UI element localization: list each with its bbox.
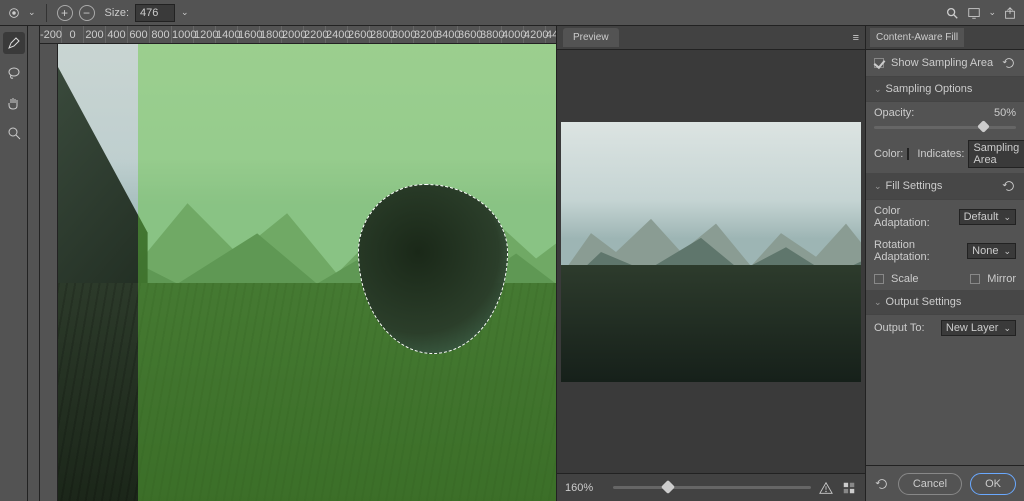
- opacity-value[interactable]: 50%: [994, 107, 1016, 119]
- ruler-tick: 2000: [282, 26, 304, 43]
- ruler-tick: 2200: [304, 26, 326, 43]
- rotation-adaptation-dropdown[interactable]: None: [967, 243, 1016, 259]
- preview-body[interactable]: [557, 50, 865, 473]
- ruler-tick: 1000: [172, 26, 194, 43]
- size-chevron[interactable]: ⌄: [181, 7, 189, 18]
- sampling-brush-tool[interactable]: [3, 32, 25, 54]
- ruler-tick: 3600: [458, 26, 480, 43]
- ruler-tick: 2800: [370, 26, 392, 43]
- ruler-tick: 3000: [392, 26, 414, 43]
- options-bar: ⌄ + − Size: ⌄ ⌄: [0, 0, 1024, 26]
- ruler-tick: 1600: [238, 26, 260, 43]
- preview-pane: Preview ≡ 160%: [556, 26, 866, 501]
- ok-button[interactable]: OK: [970, 473, 1016, 495]
- reset-fill-icon[interactable]: [1002, 179, 1016, 193]
- color-adaptation-dropdown[interactable]: Default: [959, 209, 1016, 225]
- decrease-size-button[interactable]: −: [79, 5, 95, 21]
- properties-panel: Content-Aware Fill Show Sampling Area ⌄ …: [866, 26, 1024, 501]
- color-swatch[interactable]: [907, 148, 909, 160]
- brush-preset-chevron[interactable]: ⌄: [28, 7, 36, 18]
- fill-settings-header[interactable]: ⌄ Fill Settings: [866, 173, 1024, 200]
- disclosure-icon: ⌄: [874, 181, 882, 192]
- cancel-button[interactable]: Cancel: [898, 473, 962, 495]
- ruler-tick: 800: [150, 26, 172, 43]
- show-sampling-label: Show Sampling Area: [891, 57, 993, 69]
- output-settings-header[interactable]: ⌄ Output Settings: [866, 290, 1024, 315]
- zoom-slider[interactable]: [613, 486, 811, 489]
- scale-checkbox[interactable]: [874, 274, 884, 284]
- ruler-vertical: [40, 44, 58, 501]
- ruler-tick: 200: [84, 26, 106, 43]
- size-input[interactable]: [135, 4, 175, 22]
- ruler-tick: 1400: [216, 26, 238, 43]
- ruler-tick: 3800: [480, 26, 502, 43]
- color-adaptation-label: Color Adaptation:: [874, 205, 955, 229]
- reset-sampling-icon[interactable]: [1002, 56, 1016, 70]
- panel-edge[interactable]: [28, 26, 40, 501]
- disclosure-icon: ⌄: [874, 297, 882, 308]
- hand-tool[interactable]: [3, 92, 25, 114]
- screen-mode-icon[interactable]: [966, 5, 982, 21]
- indicates-label: Indicates:: [917, 148, 964, 160]
- sampling-options-header[interactable]: ⌄ Sampling Options: [866, 77, 1024, 102]
- output-to-label: Output To:: [874, 322, 925, 334]
- canvas[interactable]: [58, 44, 556, 501]
- size-label: Size:: [105, 7, 129, 19]
- ruler-tick: 4200: [524, 26, 546, 43]
- zoom-tool[interactable]: [3, 122, 25, 144]
- mirror-checkbox[interactable]: [970, 274, 980, 284]
- lasso-tool[interactable]: [3, 62, 25, 84]
- output-to-dropdown[interactable]: New Layer: [941, 320, 1016, 336]
- preview-image: [561, 122, 861, 382]
- color-label: Color:: [874, 148, 903, 160]
- show-sampling-checkbox[interactable]: [874, 58, 884, 68]
- ruler-tick: 600: [128, 26, 150, 43]
- ruler-tick: 2400: [326, 26, 348, 43]
- ruler-tick: 2600: [348, 26, 370, 43]
- opacity-label: Opacity:: [874, 107, 914, 119]
- divider: [46, 4, 47, 22]
- fill-settings-label: Fill Settings: [886, 180, 943, 192]
- rotation-adaptation-label: Rotation Adaptation:: [874, 239, 963, 263]
- ruler-tick: 1800: [260, 26, 282, 43]
- zoom-value[interactable]: 160%: [565, 482, 605, 494]
- output-settings-label: Output Settings: [886, 296, 962, 308]
- ruler-tick: -200: [40, 26, 62, 43]
- tool-column: [0, 26, 28, 501]
- search-icon[interactable]: [944, 5, 960, 21]
- ruler-tick: 4000: [502, 26, 524, 43]
- indicates-dropdown[interactable]: Sampling Area: [968, 140, 1024, 168]
- canvas-area: -200020040060080010001200140016001800200…: [40, 26, 556, 501]
- disclosure-icon: ⌄: [874, 84, 882, 95]
- screen-mode-chevron[interactable]: ⌄: [988, 7, 996, 18]
- mirror-label: Mirror: [987, 273, 1016, 285]
- panel-title-tab[interactable]: Content-Aware Fill: [870, 28, 964, 47]
- ruler-tick: 3400: [436, 26, 458, 43]
- sampling-options-label: Sampling Options: [886, 83, 973, 95]
- warning-icon[interactable]: [819, 481, 833, 495]
- preview-tab[interactable]: Preview: [563, 28, 619, 47]
- ruler-tick: 3200: [414, 26, 436, 43]
- ruler-horizontal: -200020040060080010001200140016001800200…: [40, 26, 556, 44]
- opacity-slider[interactable]: [874, 126, 1016, 129]
- ruler-tick: 1200: [194, 26, 216, 43]
- share-icon[interactable]: [1002, 5, 1018, 21]
- increase-size-button[interactable]: +: [57, 5, 73, 21]
- working-image: [58, 44, 556, 501]
- ruler-tick: 4400: [546, 26, 556, 43]
- brush-preset-icon[interactable]: [6, 5, 22, 21]
- ruler-tick: 400: [106, 26, 128, 43]
- preview-menu-icon[interactable]: ≡: [853, 32, 859, 44]
- scale-label: Scale: [891, 273, 919, 285]
- ruler-tick: 0: [62, 26, 84, 43]
- fit-icon[interactable]: [841, 480, 857, 496]
- reset-all-icon[interactable]: [875, 477, 889, 491]
